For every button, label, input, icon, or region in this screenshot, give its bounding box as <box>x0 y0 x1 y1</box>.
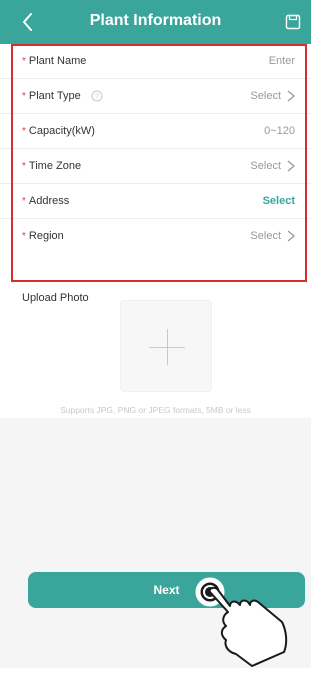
time-zone-label: Time Zone <box>28 160 82 172</box>
upload-photo-label: Upload Photo <box>22 292 89 304</box>
chevron-right-icon <box>287 230 296 242</box>
capacity-row[interactable]: * Capacity(kW) 0~120 <box>0 114 311 149</box>
time-zone-select[interactable]: Select <box>250 160 281 172</box>
page-title: Plant Information <box>89 12 222 29</box>
capacity-label: Capacity(kW) <box>28 125 95 137</box>
upload-hint: Supports JPG, PNG or JPEG formats, 5MB o… <box>60 405 251 415</box>
capacity-input[interactable]: 0~120 <box>264 125 295 137</box>
help-icon[interactable]: ? <box>91 90 103 102</box>
required-mark: * <box>22 125 26 137</box>
footer-area <box>0 418 311 668</box>
required-mark: * <box>22 230 26 242</box>
required-mark: * <box>22 90 26 102</box>
region-row[interactable]: * Region Select <box>0 219 311 253</box>
address-select[interactable]: Select <box>263 195 295 207</box>
chevron-right-icon <box>287 160 296 172</box>
address-label: Address <box>28 195 70 207</box>
required-mark: * <box>22 195 26 207</box>
plant-form: * Plant Name Enter * Plant Type ? Select *… <box>0 44 311 253</box>
required-mark: * <box>22 160 26 172</box>
plant-type-select[interactable]: Select <box>250 90 281 102</box>
region-select[interactable]: Select <box>250 230 281 242</box>
required-mark: * <box>22 55 26 67</box>
plant-name-row[interactable]: * Plant Name Enter <box>0 44 311 79</box>
address-row[interactable]: * Address Select <box>0 184 311 219</box>
plant-type-label: Plant Type <box>28 90 81 102</box>
plant-name-input[interactable]: Enter <box>269 55 295 67</box>
plant-type-row[interactable]: * Plant Type ? Select <box>0 79 311 114</box>
next-button[interactable]: Next <box>28 572 305 608</box>
time-zone-row[interactable]: * Time Zone Select <box>0 149 311 184</box>
save-icon[interactable] <box>285 14 301 30</box>
chevron-right-icon <box>287 90 296 102</box>
header: Plant Information <box>0 0 311 44</box>
upload-photo-button[interactable] <box>120 300 212 392</box>
region-label: Region <box>28 230 64 242</box>
plant-name-label: Plant Name <box>28 55 87 67</box>
svg-text:?: ? <box>95 94 99 101</box>
next-button-label: Next <box>153 583 180 597</box>
